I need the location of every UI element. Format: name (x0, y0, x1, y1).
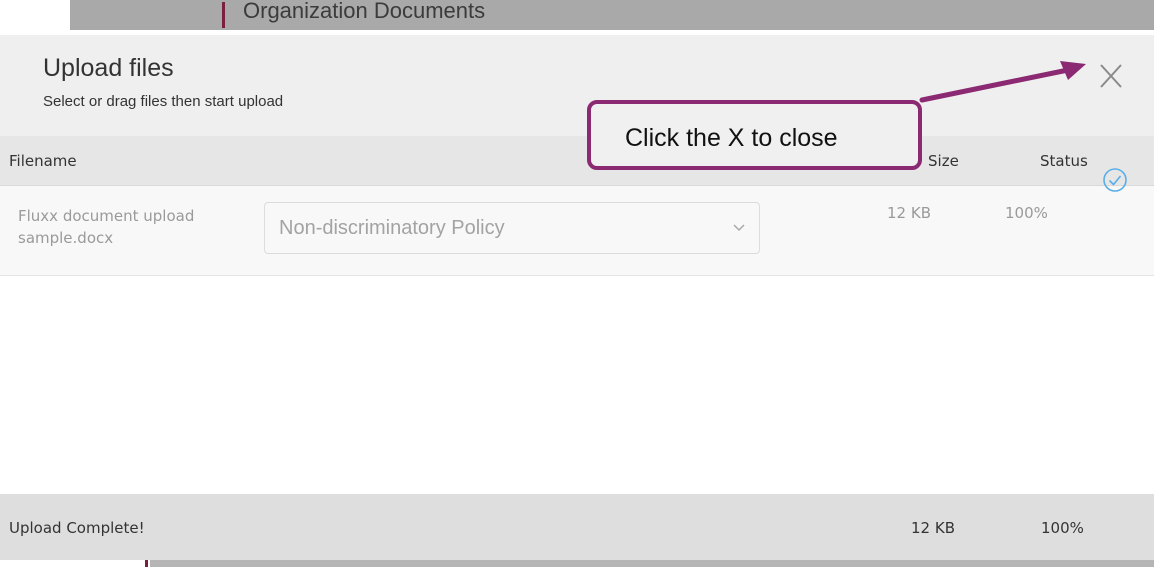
background-section-title: Organization Documents (243, 0, 486, 23)
total-progress: 100% (1041, 519, 1084, 537)
file-size: 12 KB (887, 204, 931, 222)
modal-header: Upload files Select or drag files then s… (0, 35, 1154, 136)
background-header-bar (70, 0, 1154, 30)
column-header-status: Status (1040, 152, 1088, 170)
file-table-header: Filename Size Status (0, 136, 1154, 186)
document-type-selected-value: Non-discriminatory Policy (279, 217, 505, 239)
column-header-filename: Filename (9, 152, 77, 170)
upload-status-text: Upload Complete! (9, 519, 145, 537)
close-button[interactable] (1093, 57, 1129, 93)
screen: Organization Documents Upload files Sele… (0, 0, 1154, 567)
document-type-select[interactable]: Non-discriminatory Policy (264, 202, 760, 254)
upload-files-modal: Upload files Select or drag files then s… (0, 35, 1154, 560)
file-row: Fluxx document upload sample.docx Non-di… (0, 186, 1154, 276)
modal-footer: Upload Complete! 12 KB 100% (0, 494, 1154, 560)
background-footer-bar (150, 560, 1154, 567)
modal-subtitle: Select or drag files then start upload (43, 93, 284, 110)
close-icon[interactable] (1093, 57, 1129, 93)
modal-title: Upload files (43, 54, 174, 82)
column-header-size: Size (928, 152, 959, 170)
annotation-callout: Click the X to close (587, 100, 922, 170)
background-accent-line (222, 2, 225, 28)
check-circle-icon (1103, 168, 1127, 192)
annotation-text: Click the X to close (625, 124, 838, 152)
file-name: Fluxx document upload sample.docx (18, 207, 195, 247)
background-footer-accent (145, 560, 148, 567)
total-size: 12 KB (911, 519, 955, 537)
chevron-down-icon (733, 224, 745, 232)
file-progress: 100% (1005, 204, 1048, 222)
